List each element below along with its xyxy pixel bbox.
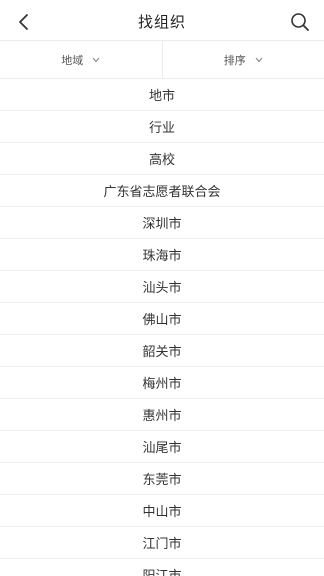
app-screen: 找组织 地域 排序 地市 行业 高校 广东省志愿者联合会 深圳市 珠海市 汕头市… <box>0 0 324 576</box>
list-item[interactable]: 广东省志愿者联合会 <box>0 175 324 207</box>
list-item[interactable]: 行业 <box>0 111 324 143</box>
header-bar: 找组织 <box>0 0 324 41</box>
list-item[interactable]: 佛山市 <box>0 303 324 335</box>
list-item[interactable]: 高校 <box>0 143 324 175</box>
sort-filter-label: 排序 <box>223 53 246 67</box>
page-title: 找组织 <box>137 13 186 31</box>
list-item[interactable]: 中山市 <box>0 495 324 527</box>
search-icon <box>291 13 309 31</box>
list-item[interactable]: 汕头市 <box>0 271 324 303</box>
list-item[interactable]: 深圳市 <box>0 207 324 239</box>
list-item[interactable]: 阳江市 <box>0 559 324 576</box>
search-button[interactable] <box>288 10 312 34</box>
organization-list: 地市 行业 高校 广东省志愿者联合会 深圳市 珠海市 汕头市 佛山市 韶关市 梅… <box>0 79 324 576</box>
list-item[interactable]: 珠海市 <box>0 239 324 271</box>
sort-filter[interactable]: 排序 <box>161 41 324 78</box>
region-filter-label: 地域 <box>61 53 84 67</box>
chevron-down-icon <box>255 57 263 63</box>
list-item[interactable]: 东莞市 <box>0 463 324 495</box>
chevron-down-icon <box>92 57 100 63</box>
list-item[interactable]: 梅州市 <box>0 367 324 399</box>
list-item[interactable]: 韶关市 <box>0 335 324 367</box>
region-filter[interactable]: 地域 <box>0 41 162 78</box>
filter-bar: 地域 排序 <box>0 41 324 79</box>
list-item[interactable]: 惠州市 <box>0 399 324 431</box>
list-item[interactable]: 江门市 <box>0 527 324 559</box>
list-item[interactable]: 汕尾市 <box>0 431 324 463</box>
list-item[interactable]: 地市 <box>0 79 324 111</box>
